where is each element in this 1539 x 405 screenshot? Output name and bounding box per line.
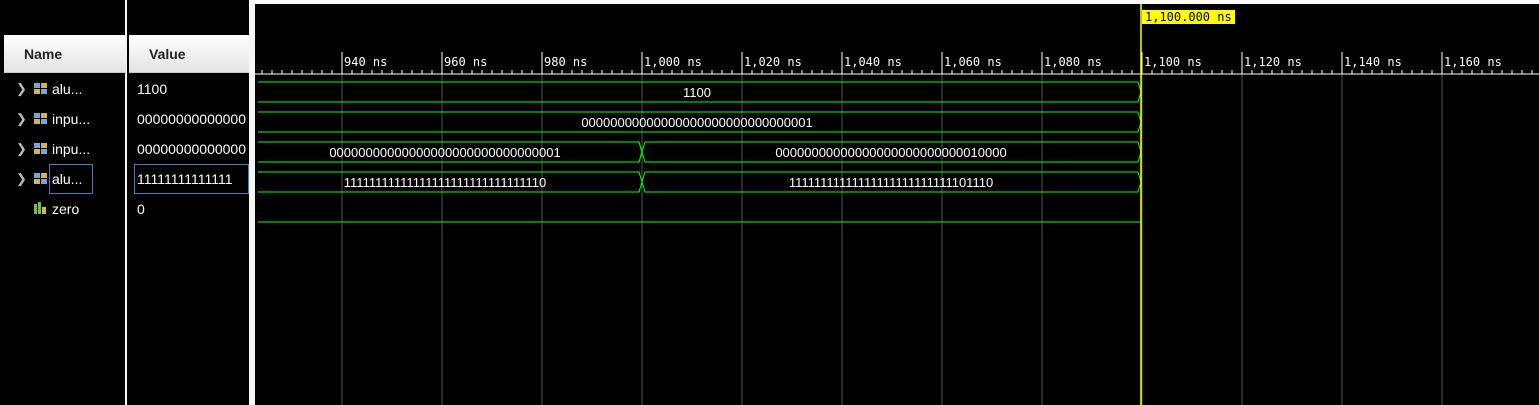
- ruler-tick-label: 1,120 ns: [1244, 55, 1302, 69]
- wave-value-label: 00000000000000000000000000010000: [775, 145, 1006, 160]
- value-selection-outline: [134, 164, 249, 194]
- signal-row-alu-result[interactable]: ❯ alu...: [4, 74, 126, 104]
- ruler-tick-label: 1,060 ns: [944, 55, 1002, 69]
- expand-chevron-icon[interactable]: ❯: [16, 104, 27, 134]
- bus-signal-icon: [34, 173, 47, 184]
- expand-chevron-icon[interactable]: ❯: [16, 134, 27, 164]
- ruler-tick-label: 1,040 ns: [844, 55, 902, 69]
- selection-outline: [49, 164, 93, 194]
- wave-value-label: 11111111111111111111111111111110: [344, 175, 546, 190]
- ruler-tick-label: 1,100 ns: [1144, 55, 1202, 69]
- signal-row-input-b[interactable]: ❯ inpu...: [4, 134, 126, 164]
- bit-signal-icon: [34, 202, 46, 214]
- signal-name: inpu...: [52, 141, 91, 157]
- ruler-tick-label: 940 ns: [344, 55, 387, 69]
- bus-signal-icon: [34, 83, 47, 94]
- expand-chevron-icon[interactable]: ❯: [16, 164, 27, 194]
- ruler-tick-label: 960 ns: [444, 55, 487, 69]
- ruler-tick-label: 1,140 ns: [1344, 55, 1402, 69]
- signal-value: 00000000000000: [137, 111, 247, 127]
- expand-chevron-icon[interactable]: ❯: [16, 74, 27, 104]
- ruler-tick-label: 1,000 ns: [644, 55, 702, 69]
- ruler-tick-label: 1,020 ns: [744, 55, 802, 69]
- signal-value: 1100: [137, 81, 168, 97]
- signal-row-alu-out[interactable]: ❯ alu...: [4, 164, 126, 194]
- wave-value-label: 11111111111111111111111111101110: [789, 175, 993, 190]
- signal-value: 0: [137, 201, 145, 217]
- signal-name: zero: [52, 201, 80, 217]
- signal-value: 00000000000000: [137, 141, 247, 157]
- bus-signal-icon: [34, 143, 47, 154]
- wave-value-label: 00000000000000000000000000000001: [329, 145, 560, 160]
- signal-row-input-a[interactable]: ❯ inpu...: [4, 104, 126, 134]
- ruler-tick-label: 1,080 ns: [1044, 55, 1102, 69]
- signal-row-zero[interactable]: zero: [4, 194, 126, 224]
- wave-value-label: 1100: [683, 85, 711, 100]
- name-column-header[interactable]: Name: [4, 35, 126, 73]
- ruler-tick-label: 1,160 ns: [1444, 55, 1502, 69]
- bus-signal-icon: [34, 113, 47, 124]
- signal-name: alu...: [52, 81, 83, 97]
- value-column-header[interactable]: Value: [129, 35, 249, 73]
- waveform-canvas[interactable]: 940 ns 960 ns 980 ns 1,000 ns 1,020 ns 1,040 …: [255, 4, 1539, 405]
- ruler-tick-label: 980 ns: [544, 55, 587, 69]
- signal-name: inpu...: [52, 111, 91, 127]
- wave-value-label: 00000000000000000000000000000001: [581, 115, 812, 130]
- cursor-time-label[interactable]: 1,100.000 ns: [1142, 10, 1235, 24]
- waveform-svg[interactable]: 940 ns 960 ns 980 ns 1,000 ns 1,020 ns 1,040 …: [255, 4, 1539, 405]
